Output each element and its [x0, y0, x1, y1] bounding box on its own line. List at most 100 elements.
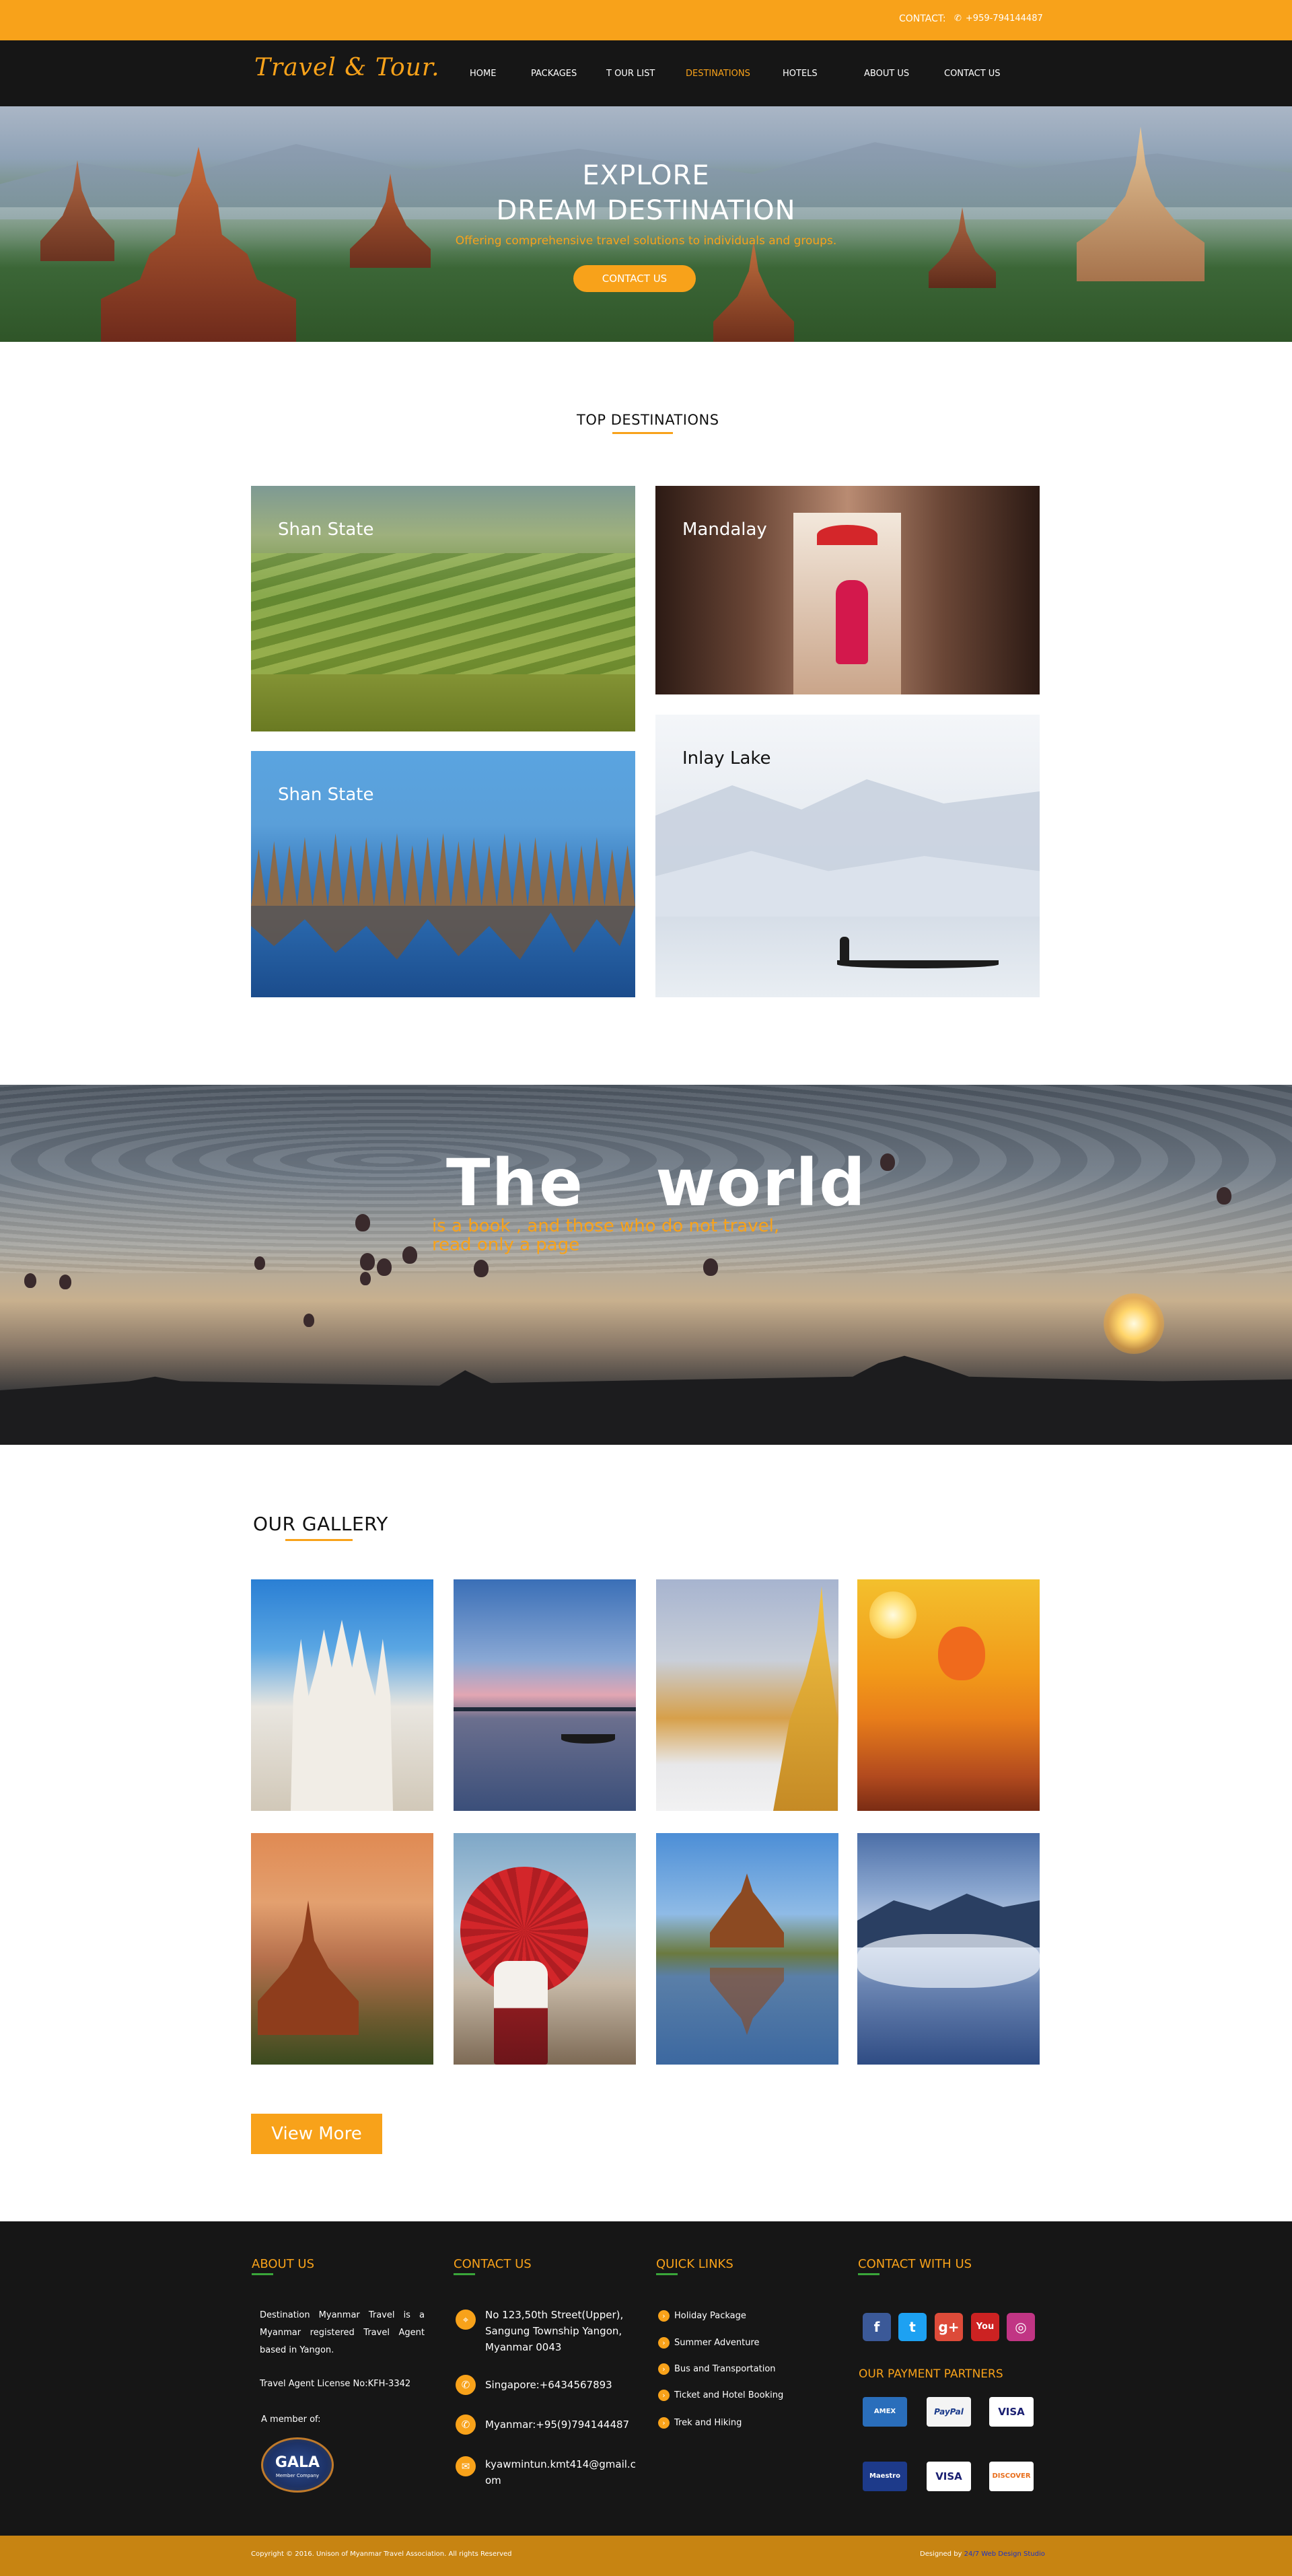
- nav-packages[interactable]: PACKAGES: [531, 69, 577, 79]
- gallery-image[interactable]: [656, 1833, 838, 2065]
- destination-card-shan-state-2[interactable]: Shan State: [251, 751, 635, 997]
- destination-label: Shan State: [278, 785, 374, 805]
- instagram-icon[interactable]: ◎: [1007, 2313, 1035, 2341]
- gallery-image[interactable]: [857, 1579, 1040, 1811]
- arrow-right-icon: ›: [658, 2337, 670, 2349]
- destination-card-mandalay[interactable]: Mandalay: [655, 486, 1040, 694]
- top-phone[interactable]: ✆ +959-794144487: [954, 13, 1043, 24]
- balloon-image: [360, 1253, 375, 1271]
- license-number: Travel Agent License No:KFH-3342: [260, 2379, 411, 2389]
- quote-line-1: is a book , and those who do not travel,: [432, 1216, 780, 1236]
- gallery-image[interactable]: [454, 1833, 636, 2065]
- balloon-image: [59, 1275, 71, 1289]
- phone-icon: ✆: [456, 2375, 476, 2395]
- destination-label: Mandalay: [682, 520, 767, 540]
- payment-partners-heading: OUR PAYMENT PARTNERS: [859, 2367, 1003, 2381]
- hero-subtitle: Offering comprehensive travel solutions …: [455, 234, 837, 248]
- contact-email[interactable]: kyawmintun.kmt414@gmail.com: [485, 2456, 640, 2489]
- hero-contact-button[interactable]: CONTACT US: [573, 265, 696, 292]
- balloon-image: [355, 1214, 370, 1231]
- designer-link[interactable]: 24/7 Web Design Studio: [964, 2550, 1045, 2558]
- paypal-icon: PayPal: [927, 2397, 971, 2427]
- temple-silhouette: [0, 1355, 1292, 1445]
- member-label: A member of:: [261, 2414, 321, 2425]
- hero-title-line1: EXPLORE: [582, 160, 710, 191]
- hero-banner: EXPLORE DREAM DESTINATION Offering compr…: [0, 106, 1292, 342]
- nav-destinations[interactable]: DESTINATIONS: [686, 69, 750, 79]
- contact-address: No 123,50th Street(Upper), Sangung Towns…: [485, 2309, 624, 2353]
- quick-link-ticket-hotel-booking[interactable]: › Ticket and Hotel Booking: [658, 2390, 783, 2401]
- gallery-image[interactable]: [857, 1833, 1040, 2065]
- top-destinations-heading: TOP DESTINATIONS: [577, 412, 719, 428]
- designed-by: Designed by 24/7 Web Design Studio: [920, 2550, 1045, 2558]
- main-navigation: Travel & Tour. HOME PACKAGES T OUR LIST …: [0, 40, 1292, 106]
- phone-icon: ✆: [954, 13, 962, 24]
- monk-image: [836, 580, 868, 664]
- footer-about-heading: ABOUT US: [252, 2257, 315, 2271]
- balloon-image: [474, 1260, 489, 1277]
- google-plus-icon[interactable]: g+: [935, 2313, 963, 2341]
- balloon-image: [402, 1246, 417, 1264]
- heading-underline: [252, 2273, 273, 2275]
- visa-card-icon: VISA: [989, 2397, 1034, 2427]
- quote-line-2: read only a page: [432, 1235, 580, 1255]
- arrow-right-icon: ›: [658, 2363, 670, 2375]
- footer-contact-heading: CONTACT US: [454, 2257, 532, 2271]
- nav-tour-list[interactable]: T OUR LIST: [606, 69, 655, 79]
- gallery-image[interactable]: [251, 1833, 433, 2065]
- footer-links-heading: QUICK LINKS: [656, 2257, 733, 2271]
- quick-link-trek-hiking[interactable]: › Trek and Hiking: [658, 2417, 742, 2429]
- copyright-text: Copyright © 2016. Unison of Myanmar Trav…: [251, 2550, 512, 2558]
- nav-hotels[interactable]: HOTELS: [783, 69, 818, 79]
- gallery-image[interactable]: [656, 1579, 838, 1811]
- heading-underline: [858, 2273, 880, 2275]
- youtube-icon[interactable]: You: [971, 2313, 999, 2341]
- nav-contact-us[interactable]: CONTACT US: [944, 69, 1001, 79]
- arrow-right-icon: ›: [658, 2310, 670, 2322]
- boat-image: [837, 960, 999, 968]
- fisherman-image: [840, 937, 849, 964]
- view-more-button[interactable]: View More: [251, 2114, 382, 2154]
- arrow-right-icon: ›: [658, 2390, 670, 2401]
- destination-card-shan-state[interactable]: Shan State: [251, 486, 635, 731]
- maestro-card-icon: Maestro: [863, 2462, 907, 2491]
- umbrella-image: [817, 525, 877, 545]
- contact-myanmar-phone[interactable]: Myanmar:+95(9)794144487: [485, 2417, 647, 2433]
- copyright-bar: Copyright © 2016. Unison of Myanmar Trav…: [0, 2536, 1292, 2576]
- heading-underline: [454, 2273, 475, 2275]
- mail-icon: ✉: [456, 2456, 476, 2476]
- facebook-icon[interactable]: f: [863, 2313, 891, 2341]
- heading-underline: [285, 1539, 353, 1541]
- balloon-image: [360, 1272, 371, 1285]
- balloon-image: [303, 1314, 314, 1327]
- quick-link-bus-transportation[interactable]: › Bus and Transportation: [658, 2363, 776, 2375]
- twitter-icon[interactable]: t: [898, 2313, 927, 2341]
- location-icon: ⌖: [456, 2310, 476, 2330]
- discover-card-icon: DISCOVER: [989, 2462, 1034, 2491]
- gallery-image[interactable]: [454, 1579, 636, 1811]
- heading-underline: [612, 432, 673, 434]
- nav-about-us[interactable]: ABOUT US: [864, 69, 909, 79]
- destination-label: Inlay Lake: [682, 748, 771, 768]
- site-logo[interactable]: Travel & Tour.: [254, 54, 440, 81]
- top-phone-number: +959-794144487: [965, 13, 1043, 24]
- hero-title-line2: DREAM DESTINATION: [496, 195, 796, 226]
- nav-home[interactable]: HOME: [470, 69, 496, 79]
- quick-link-summer-adventure[interactable]: › Summer Adventure: [658, 2337, 760, 2349]
- phone-icon: ✆: [456, 2414, 476, 2435]
- gallery-image[interactable]: [251, 1579, 433, 1811]
- destination-card-inlay-lake[interactable]: Inlay Lake: [655, 715, 1040, 997]
- balloon-image: [703, 1258, 718, 1276]
- visa-card-icon: VISA: [927, 2462, 971, 2491]
- top-contact-bar: CONTACT: ✆ +959-794144487: [0, 0, 1292, 40]
- contact-label: CONTACT:: [899, 13, 946, 24]
- quick-link-holiday-package[interactable]: › Holiday Package: [658, 2310, 746, 2322]
- contact-singapore-phone[interactable]: Singapore:+6434567893: [485, 2377, 647, 2393]
- footer-social-heading: CONTACT WITH US: [858, 2257, 972, 2271]
- gallery-heading: OUR GALLERY: [253, 1513, 388, 1535]
- about-text: Destination Myanmar Travel is a Myanmar …: [260, 2310, 425, 2355]
- quote-banner: The world is a book , and those who do n…: [0, 1085, 1292, 1445]
- heading-underline: [656, 2273, 678, 2275]
- balloon-image: [254, 1256, 265, 1270]
- quote-headline: The world: [446, 1145, 867, 1221]
